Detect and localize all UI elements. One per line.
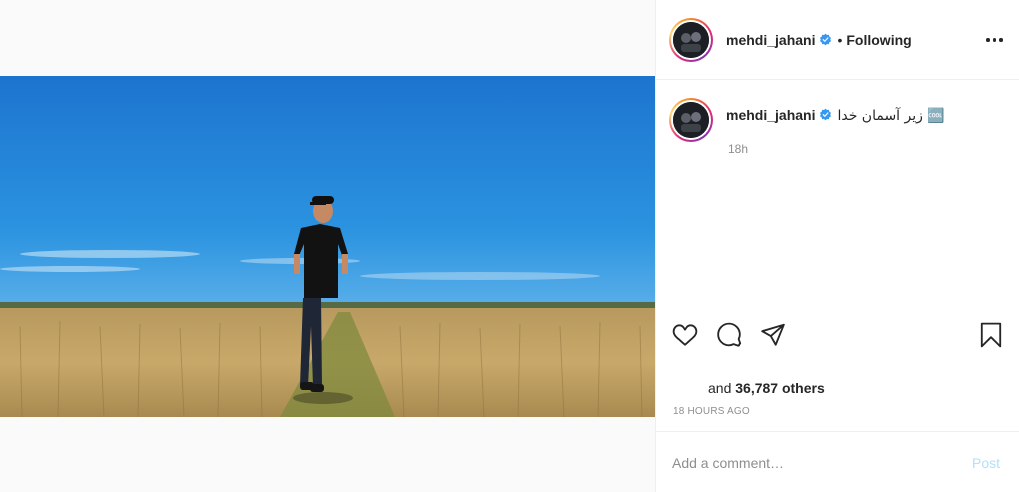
post-media-area (0, 0, 655, 492)
caption-text: زیر آسمان خدا 🆒 (837, 108, 945, 124)
likes-summary[interactable]: and 36,787 others (708, 380, 825, 396)
caption-time[interactable]: 18h (728, 142, 748, 156)
caption-line: mehdi_jahani زیر آسمان خدا 🆒 (726, 107, 945, 124)
likes-count[interactable]: 36,787 others (735, 380, 825, 396)
verified-badge-icon (820, 33, 832, 46)
avatar[interactable] (669, 98, 713, 142)
comment-input[interactable] (672, 453, 952, 473)
post-photo[interactable] (0, 76, 655, 417)
comment-icon[interactable] (716, 322, 742, 348)
following-button[interactable]: Following (846, 32, 911, 48)
header-author-line: mehdi_jahani • Following (726, 32, 912, 48)
heart-icon[interactable] (672, 322, 698, 348)
comment-bar: Post (656, 431, 1019, 492)
post-detail-panel: mehdi_jahani • Following mehdi_jahani زیر آ… (655, 0, 1019, 492)
author-username[interactable]: mehdi_jahani (726, 32, 815, 48)
bookmark-icon[interactable] (978, 322, 1004, 348)
post-timestamp[interactable]: 18 HOURS AGO (673, 406, 750, 417)
more-options-icon[interactable] (986, 38, 1003, 42)
caption-author[interactable]: mehdi_jahani (726, 107, 815, 123)
likes-prefix: and (708, 380, 732, 396)
verified-badge-icon (820, 108, 832, 121)
avatar[interactable] (669, 18, 713, 62)
post-comment-button[interactable]: Post (972, 455, 1000, 471)
action-bar (656, 318, 1019, 354)
post-header: mehdi_jahani • Following (656, 0, 1019, 80)
separator-dot: • (837, 32, 843, 48)
share-icon[interactable] (760, 322, 786, 348)
